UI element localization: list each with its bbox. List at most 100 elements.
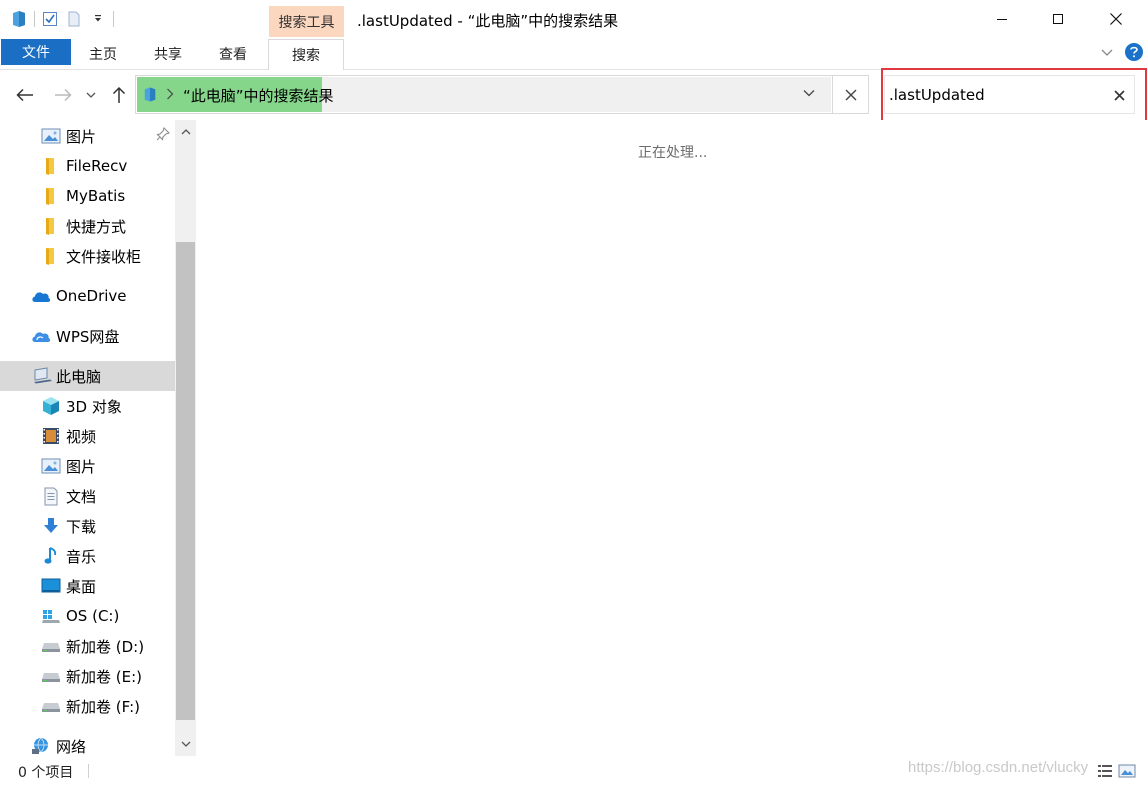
nav-label: 文件接收柜 xyxy=(66,247,142,266)
search-input[interactable]: .lastUpdated xyxy=(884,75,1135,114)
nav-label: 文档 xyxy=(66,487,97,506)
arrow-up-icon xyxy=(112,86,126,103)
nav-item-desktop[interactable]: 桌面 xyxy=(0,571,175,601)
address-bar[interactable]: “此电脑”中的搜索结果 xyxy=(135,75,869,114)
nav-item-documents[interactable]: 文档 xyxy=(0,481,175,511)
nav-label: 网络 xyxy=(56,737,87,756)
breadcrumb-chevron-icon[interactable] xyxy=(166,86,174,104)
title-bar: 搜索工具 .lastUpdated - “此电脑”中的搜索结果 xyxy=(0,0,1148,38)
nav-item-wps-cloud[interactable]: WPS网盘 xyxy=(0,321,175,351)
up-button[interactable] xyxy=(108,84,130,106)
window-title: .lastUpdated - “此电脑”中的搜索结果 xyxy=(357,12,619,30)
forward-button[interactable] xyxy=(52,84,74,106)
tab-file[interactable]: 文件 xyxy=(1,39,71,65)
expand-ribbon-button[interactable] xyxy=(1100,46,1114,60)
nav-item-shortcuts[interactable]: 快捷方式 xyxy=(0,211,175,241)
chevron-down-icon xyxy=(181,741,190,747)
status-divider xyxy=(88,764,89,778)
quick-access-toolbar xyxy=(10,9,114,29)
help-button[interactable] xyxy=(1125,43,1143,61)
nav-item-drive-e[interactable]: 新加卷 (E:) xyxy=(0,661,175,691)
maximize-button[interactable] xyxy=(1032,0,1084,38)
large-icons-view-icon xyxy=(1118,764,1136,778)
nav-item-music[interactable]: 音乐 xyxy=(0,541,175,571)
drive-icon xyxy=(41,636,61,656)
folder-icon xyxy=(40,156,60,176)
clear-search-button[interactable] xyxy=(1111,87,1127,103)
nav-item-onedrive[interactable]: OneDrive xyxy=(0,281,175,311)
properties-icon[interactable] xyxy=(41,10,59,28)
this-pc-icon xyxy=(143,86,157,107)
nav-label: 图片 xyxy=(66,457,97,476)
this-pc-icon xyxy=(33,366,53,386)
nav-label: 快捷方式 xyxy=(66,217,127,236)
nav-label: 下载 xyxy=(66,517,97,536)
watermark: https://blog.csdn.net/vlucky xyxy=(908,759,1089,776)
arrow-left-icon xyxy=(16,88,33,102)
close-icon xyxy=(1110,13,1122,25)
details-view-icon xyxy=(1098,765,1112,777)
processing-message: 正在处理... xyxy=(638,145,708,161)
nav-item-pictures[interactable]: 图片 xyxy=(0,451,175,481)
nav-item-pictures-pinned[interactable]: 图片 xyxy=(0,121,175,151)
details-view-button[interactable] xyxy=(1096,762,1114,780)
nav-item-drive-c[interactable]: OS (C:) xyxy=(0,601,175,631)
nav-item-drive-d[interactable]: 新加卷 (D:) xyxy=(0,631,175,661)
scrollbar-thumb[interactable] xyxy=(176,242,195,720)
recent-locations-button[interactable] xyxy=(83,84,99,106)
scroll-up-button[interactable] xyxy=(177,124,194,140)
folder-icon xyxy=(40,186,60,206)
tab-search[interactable]: 搜索 xyxy=(268,39,344,70)
nav-label: 新加卷 (E:) xyxy=(66,667,143,686)
pictures-icon xyxy=(41,126,61,146)
nav-label: 3D 对象 xyxy=(66,397,122,416)
nav-scrollbar[interactable] xyxy=(175,120,196,756)
nav-item-drive-f[interactable]: 新加卷 (F:) xyxy=(0,691,175,721)
address-background xyxy=(322,77,831,112)
nav-label: FileRecv xyxy=(66,157,128,175)
tab-view[interactable]: 查看 xyxy=(206,40,260,68)
nav-label: OneDrive xyxy=(56,287,127,305)
nav-item-videos[interactable]: 视频 xyxy=(0,421,175,451)
drive-icon xyxy=(41,696,61,716)
os-drive-icon xyxy=(41,606,61,626)
nav-label: 桌面 xyxy=(66,577,97,596)
nav-item-filerecv[interactable]: FileRecv xyxy=(0,151,175,181)
breadcrumb[interactable]: “此电脑”中的搜索结果 xyxy=(183,85,334,106)
nav-item-3d-objects[interactable]: 3D 对象 xyxy=(0,391,175,421)
tab-share[interactable]: 共享 xyxy=(141,40,195,68)
documents-icon xyxy=(41,486,61,506)
arrow-right-icon xyxy=(55,88,72,102)
ribbon-tabs: 文件 主页 共享 查看 搜索 xyxy=(0,38,1148,70)
close-button[interactable] xyxy=(1090,0,1142,38)
pin-icon[interactable] xyxy=(156,126,171,145)
navigation-pane: 图片 FileRecv MyBatis 快捷方式 文件接收柜 OneDrive xyxy=(0,120,175,756)
back-button[interactable] xyxy=(14,84,36,106)
nav-label: 音乐 xyxy=(66,547,97,566)
stop-search-button[interactable] xyxy=(832,76,869,113)
onedrive-icon xyxy=(31,286,51,306)
nav-item-mybatis[interactable]: MyBatis xyxy=(0,181,175,211)
videos-icon xyxy=(41,426,61,446)
folder-icon xyxy=(40,246,60,266)
address-history-dropdown[interactable] xyxy=(802,86,816,104)
new-folder-icon[interactable] xyxy=(65,10,83,28)
chevron-down-icon xyxy=(1101,49,1113,56)
downloads-icon xyxy=(41,516,61,536)
tab-home[interactable]: 主页 xyxy=(76,40,130,68)
chevron-down-icon xyxy=(803,90,815,97)
minimize-button[interactable] xyxy=(976,0,1028,38)
file-list-area[interactable]: 正在处理... xyxy=(196,120,1148,756)
nav-label: WPS网盘 xyxy=(56,327,120,346)
nav-item-file-receive-cabinet[interactable]: 文件接收柜 xyxy=(0,241,175,271)
nav-item-this-pc[interactable]: 此电脑 xyxy=(0,361,175,391)
help-icon xyxy=(1130,46,1138,58)
nav-label: 视频 xyxy=(66,427,97,446)
nav-item-downloads[interactable]: 下载 xyxy=(0,511,175,541)
nav-label: 此电脑 xyxy=(56,367,102,386)
customize-toolbar-dropdown-icon[interactable] xyxy=(89,10,107,28)
search-tools-context-tab: 搜索工具 xyxy=(269,6,344,37)
scroll-down-button[interactable] xyxy=(177,736,194,752)
chevron-down-icon xyxy=(86,92,96,98)
large-icons-view-button[interactable] xyxy=(1118,762,1136,780)
